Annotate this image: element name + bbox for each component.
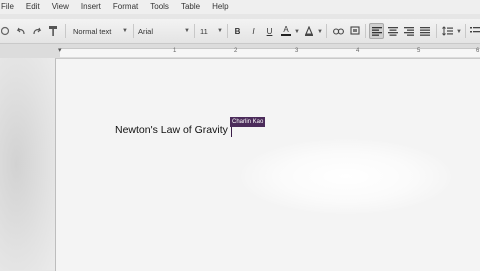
menu-edit[interactable]: Edit [26, 0, 40, 14]
toolbar-divider [465, 24, 466, 38]
ruler-number: 5 [417, 48, 421, 54]
chevron-down-icon[interactable]: ▼ [317, 29, 323, 35]
text-color-button[interactable]: A [279, 23, 293, 39]
align-justify-icon[interactable] [418, 23, 432, 39]
align-left-icon[interactable] [369, 23, 384, 39]
line-spacing-icon[interactable] [440, 23, 454, 39]
align-center-icon[interactable] [386, 23, 400, 39]
toolbar-divider [133, 24, 134, 38]
toolbar-divider [365, 24, 366, 38]
ruler-number: 3 [295, 48, 299, 54]
chevron-down-icon: ▼ [122, 28, 128, 34]
menu-tools[interactable]: Tools [150, 0, 169, 14]
redo-icon[interactable] [30, 23, 44, 39]
toolbar-divider [227, 24, 228, 38]
style-select-value: Normal text [73, 26, 112, 36]
menu-view[interactable]: View [52, 0, 69, 14]
menu-format[interactable]: Format [113, 0, 138, 14]
text-color-swatch [281, 34, 291, 36]
chevron-down-icon: ▼ [184, 28, 190, 34]
toolbar: Normal text ▼ Arial ▼ 11 ▼ B I U A ▼ ▼ ▼ [0, 19, 480, 44]
page-highlight [241, 139, 451, 214]
ruler[interactable]: ▾ 1 2 3 4 5 6 [58, 46, 480, 57]
collaborator-label: Charlin Kao [230, 117, 266, 127]
underline-button[interactable]: U [263, 23, 276, 39]
toolbar-divider [65, 24, 66, 38]
toolbar-divider [436, 24, 437, 38]
undo-icon[interactable] [14, 23, 28, 39]
document-page[interactable] [55, 58, 480, 271]
chevron-down-icon[interactable]: ▼ [294, 29, 300, 35]
document-text[interactable]: Newton's Law of Gravity [115, 124, 228, 136]
toolbar-divider [194, 24, 195, 38]
toolbar-divider [326, 24, 327, 38]
comment-icon[interactable] [348, 23, 362, 39]
highlight-color-icon[interactable] [302, 23, 316, 39]
chevron-down-icon: ▼ [217, 28, 223, 34]
ruler-number: 6 [476, 48, 480, 54]
menu-file[interactable]: File [1, 0, 14, 14]
font-size-select[interactable]: 11 ▼ [200, 24, 224, 38]
align-right-icon[interactable] [402, 23, 416, 39]
ruler-number: 2 [234, 48, 238, 54]
workspace-margin [0, 58, 55, 270]
font-select[interactable]: Arial ▼ [138, 24, 192, 38]
chevron-down-icon[interactable]: ▼ [456, 29, 462, 35]
indent-marker-icon[interactable]: ▾ [58, 46, 62, 54]
text-color-label: A [283, 25, 289, 34]
numbered-list-icon[interactable] [469, 23, 480, 39]
ruler-area: ▾ 1 2 3 4 5 6 [0, 44, 480, 58]
font-size-value: 11 [200, 26, 208, 36]
ruler-number: 4 [356, 48, 360, 54]
print-icon[interactable] [0, 23, 12, 39]
paint-format-icon[interactable] [46, 23, 60, 39]
ruler-number: 1 [173, 48, 177, 54]
menu-help[interactable]: Help [212, 0, 228, 14]
menu-table[interactable]: Table [181, 0, 200, 14]
menu-bar: File Edit View Insert Format Tools Table… [0, 0, 480, 14]
style-select[interactable]: Normal text ▼ [73, 24, 131, 38]
bold-button[interactable]: B [231, 23, 244, 39]
font-select-value: Arial [138, 26, 154, 36]
menu-insert[interactable]: Insert [81, 0, 101, 14]
italic-button[interactable]: I [247, 23, 260, 39]
link-icon[interactable] [331, 23, 345, 39]
